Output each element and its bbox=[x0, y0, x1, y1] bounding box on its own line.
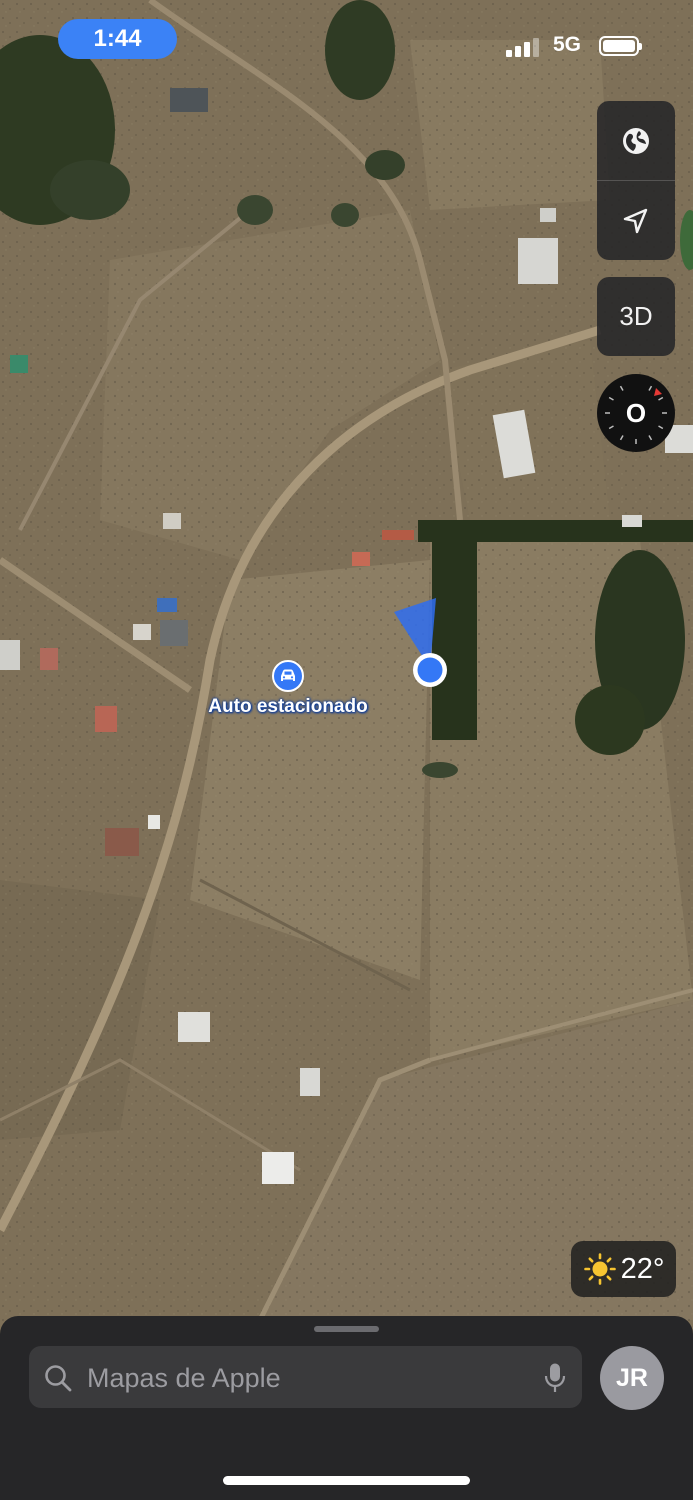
search-icon bbox=[45, 1365, 72, 1392]
bottom-sheet[interactable]: JR bbox=[0, 1316, 693, 1500]
parked-car-label: Auto estacionado bbox=[208, 696, 368, 717]
time-pill[interactable]: 1:44 bbox=[58, 19, 177, 59]
avatar-initials: JR bbox=[616, 1363, 648, 1392]
home-indicator bbox=[223, 1476, 470, 1485]
sheet-grabber[interactable] bbox=[314, 1326, 379, 1332]
parked-car-marker[interactable]: Auto estacionado bbox=[200, 660, 376, 718]
cellular-signal-icon bbox=[506, 37, 540, 57]
temperature-label: 22° bbox=[620, 1252, 665, 1285]
search-bar[interactable] bbox=[29, 1346, 582, 1410]
network-type: 5G bbox=[553, 33, 582, 56]
current-location-button[interactable] bbox=[597, 180, 675, 260]
user-location-marker[interactable] bbox=[390, 590, 470, 690]
view-3d-button[interactable]: 3D bbox=[597, 277, 675, 356]
weather-widget[interactable]: 22° bbox=[571, 1241, 676, 1297]
compass-direction-label: O bbox=[625, 397, 647, 428]
location-arrow-icon bbox=[623, 208, 648, 233]
map-controls bbox=[597, 101, 675, 260]
avatar[interactable]: JR bbox=[600, 1346, 664, 1410]
microphone-icon[interactable] bbox=[544, 1362, 566, 1394]
compass-button[interactable]: O bbox=[597, 374, 675, 452]
status-bar: 1:44 5G bbox=[0, 0, 693, 80]
status-time: 1:44 bbox=[93, 25, 142, 52]
view-3d-control: 3D bbox=[597, 277, 675, 356]
car-icon bbox=[272, 660, 304, 692]
battery-icon bbox=[599, 36, 642, 56]
view-3d-label: 3D bbox=[619, 301, 653, 331]
sun-icon bbox=[583, 1253, 616, 1285]
search-input[interactable] bbox=[85, 1346, 529, 1410]
map-type-button[interactable] bbox=[597, 101, 675, 180]
globe-icon bbox=[623, 127, 649, 154]
